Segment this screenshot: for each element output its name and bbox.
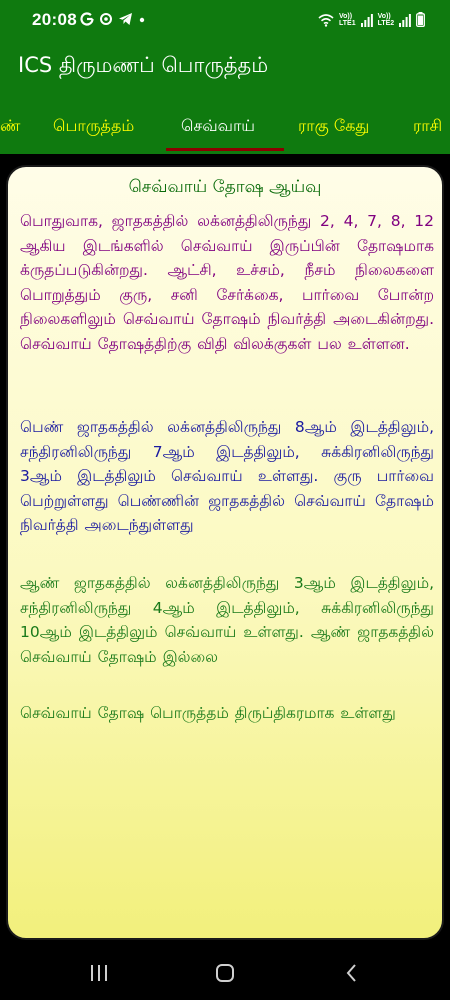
- status-right-icons: Vo)) LTE1 Vo)) LTE2: [318, 12, 426, 27]
- tab-rasi[interactable]: ராசி: [413, 116, 442, 137]
- status-time: 20:08: [32, 10, 77, 29]
- dot-icon: [139, 17, 145, 23]
- tab-sevvai[interactable]: செவ்வாய்: [181, 116, 255, 137]
- wifi-icon: [318, 13, 334, 27]
- signal-sim1-icon: [360, 13, 373, 27]
- tab-porutham[interactable]: பொருத்தம்: [53, 116, 134, 137]
- content-area: செவ்வாய் தோஷ ஆய்வு பொதுவாக, ஜாதகத்தில் ல…: [0, 154, 450, 947]
- sevvai-dosham-card[interactable]: செவ்வாய் தோஷ ஆய்வு பொதுவாக, ஜாதகத்தில் ல…: [6, 165, 444, 940]
- recent-apps-icon[interactable]: [89, 963, 109, 983]
- app-bar: ICS திருமணப் பொருத்தம்: [0, 38, 450, 96]
- groom-analysis-paragraph: ஆண் ஜாதகத்தில் லக்னத்திலிருந்து 3ஆம் இடத…: [20, 574, 434, 666]
- bride-analysis-paragraph: பெண் ஜாதகத்தில் லக்னத்திலிருந்து 8ஆம் இட…: [20, 418, 434, 534]
- app-title: ICS திருமணப் பொருத்தம்: [18, 53, 269, 77]
- result-paragraph: செவ்வாய் தோஷ பொருத்தம் திருப்திகரமாக உள்…: [20, 704, 396, 722]
- card-title: செவ்வாய் தோஷ ஆய்வு: [128, 177, 322, 197]
- tab-partial-left[interactable]: ண்: [0, 116, 20, 137]
- signal-sim2-icon: [399, 13, 412, 27]
- status-left-icons: [80, 12, 146, 26]
- tab-bar[interactable]: ண் பொருத்தம் செவ்வாய் ராகு கேது ராசி: [0, 96, 450, 154]
- g-icon: [80, 12, 94, 26]
- general-info-paragraph: பொதுவாக, ஜாதகத்தில் லக்னத்திலிருந்து 2, …: [20, 212, 434, 353]
- sim1-label: Vo)) LTE1: [339, 12, 356, 27]
- notification-icon: [100, 13, 112, 25]
- tab-indicator: [166, 148, 284, 151]
- telegram-icon: [119, 13, 132, 25]
- home-icon[interactable]: [215, 963, 235, 983]
- status-bar: 20:08 Vo)) LTE1 Vo)) LTE2: [0, 0, 450, 38]
- battery-icon: [416, 12, 426, 27]
- back-icon[interactable]: [342, 963, 362, 983]
- system-nav-bar: [0, 947, 450, 1000]
- sim2-label: Vo)) LTE2: [377, 12, 395, 27]
- tab-ragu-kethu[interactable]: ராகு கேது: [298, 116, 369, 137]
